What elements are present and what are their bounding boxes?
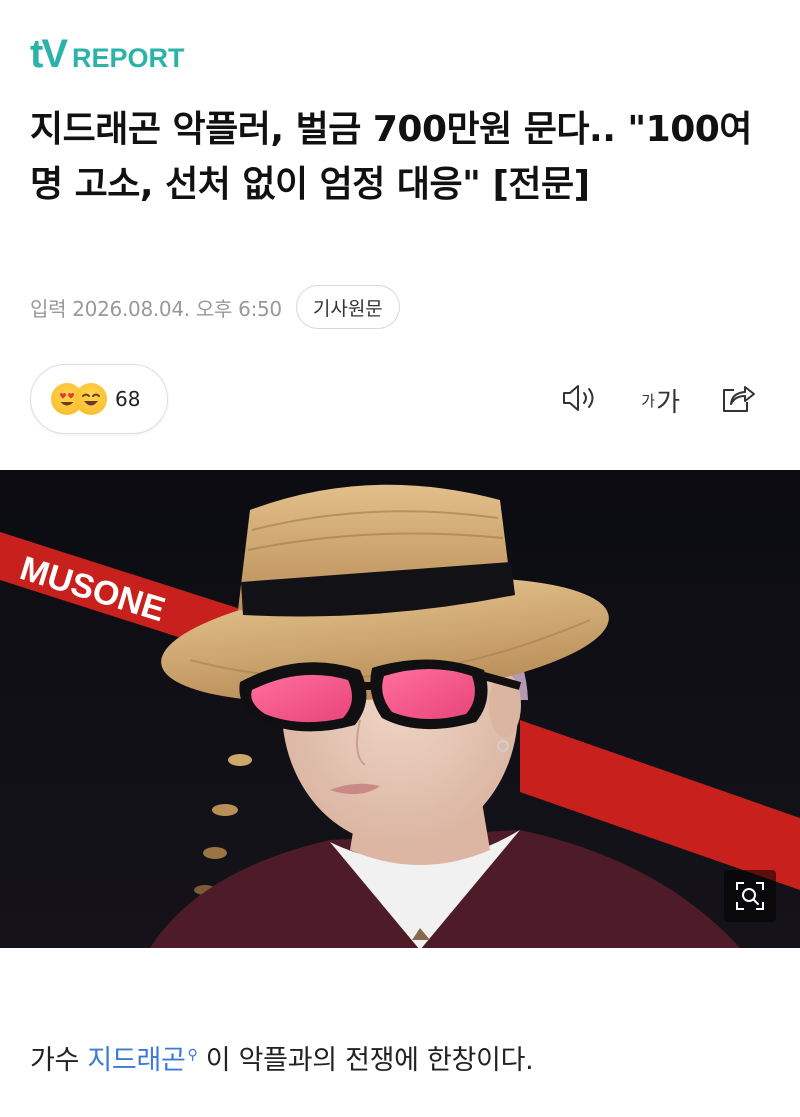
entity-search-icon: ⚲ [187,1047,198,1063]
tvreport-logo[interactable]: t V REPORT [30,32,185,76]
font-size-small-glyph: 가 [641,391,656,410]
share-button[interactable] [720,378,756,422]
body-prefix: 가수 [30,1045,88,1076]
photo-zoom-button[interactable] [724,870,776,922]
zoom-search-icon [734,880,766,912]
article-photo[interactable]: MUSONE [0,470,800,948]
article-toolbar: 가 가 [561,378,756,422]
listen-button[interactable] [561,378,599,422]
article-meta: 입력 2026.08.04. 오후 6:50 기사원문 [30,283,400,331]
original-article-button[interactable]: 기사원문 [295,285,400,329]
article-headline: 지드래곤 악플러, 벌금 700만원 문다.. "100여명 고소, 선처 없이… [30,109,752,205]
share-icon [720,382,756,418]
logo-v-letter: V [41,32,69,76]
publish-date: 입력 2026.08.04. 오후 6:50 [30,296,282,321]
speaker-icon [561,383,599,417]
photo-illustration: MUSONE [0,470,800,948]
font-size-button[interactable]: 가 가 [641,378,680,422]
entity-link-text: 지드래곤 [87,1045,186,1076]
logo-report-text: REPORT [72,42,185,73]
article-body-paragraph: 가수 지드래곤 ⚲ 이 악플과의 전쟁에 한창이다. [30,1038,770,1077]
tv-mark: t V [30,34,72,74]
logo-t-letter: t [30,32,43,76]
body-suffix: 이 악플과의 전쟁에 한창이다. [197,1045,534,1076]
font-size-large-glyph: 가 [656,387,680,418]
reaction-button[interactable]: 68 [30,364,168,434]
entity-link-gdragon[interactable]: 지드래곤 ⚲ [87,1045,197,1076]
laughing-emoji-icon [75,383,107,415]
reaction-count: 68 [115,387,141,411]
original-article-label: 기사원문 [312,297,383,320]
